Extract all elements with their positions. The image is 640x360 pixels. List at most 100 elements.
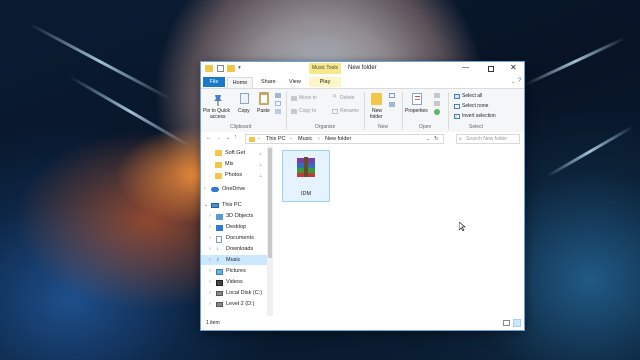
expand-chevron-icon[interactable]: › [209, 213, 211, 220]
collapse-chevron-icon[interactable]: ⌄ [204, 202, 208, 209]
back-button[interactable]: ← [206, 135, 212, 142]
properties-button[interactable]: Properties [405, 108, 428, 115]
nav-videos[interactable]: Videos [226, 279, 243, 286]
scrollbar-thumb[interactable] [268, 148, 272, 258]
clipboard-group-label: Clipboard [230, 124, 252, 130]
file-list-pane[interactable]: IDM [273, 146, 524, 316]
invert-selection-icon [454, 114, 460, 119]
address-bar[interactable]: › This PC › Music › New folder ⌄ ↻ [245, 134, 444, 144]
refresh-icon[interactable]: ↻ [434, 136, 439, 143]
select-group-label: Select [469, 124, 483, 130]
drive-icon [216, 302, 223, 307]
open-icon[interactable] [434, 93, 440, 98]
file-explorer-window: ▾ Music Tools New folder — ✕ File Home S… [200, 61, 525, 331]
new-folder-label: folder [370, 114, 383, 120]
expand-chevron-icon[interactable]: › [209, 224, 211, 231]
tab-play[interactable]: Play [309, 77, 341, 87]
breadcrumb-separator-icon[interactable]: › [318, 136, 320, 143]
expand-chevron-icon[interactable]: › [209, 301, 211, 308]
up-button[interactable]: ↑ [234, 134, 237, 141]
music-icon: ♪ [216, 256, 220, 263]
nav-documents[interactable]: Documents [226, 235, 254, 242]
select-none-button[interactable]: Select none [462, 103, 488, 110]
documents-icon [216, 236, 222, 243]
nav-onedrive[interactable]: OneDrive [222, 186, 245, 193]
tab-view[interactable]: View [289, 79, 301, 86]
nav-local-disk-c[interactable]: Local Disk (C:) [226, 290, 262, 297]
quick-access-mix[interactable]: Mix [225, 161, 234, 168]
close-button[interactable]: ✕ [510, 64, 517, 72]
properties-quick-icon[interactable] [217, 65, 224, 72]
nav-this-pc[interactable]: This PC [222, 202, 242, 209]
tab-file[interactable]: File [203, 77, 225, 87]
recent-locations-button[interactable]: ⌄ [226, 135, 230, 142]
breadcrumb-music[interactable]: Music [298, 136, 312, 143]
copy-button[interactable]: Copy [238, 108, 250, 115]
navigation-pane: Soft Get ⊥ Mix ⊥ Photos ⊥ › OneDrive ⌄ T… [201, 146, 267, 316]
folder-icon [215, 162, 222, 168]
open-group-label: Open [419, 124, 432, 130]
copy-icon [240, 93, 249, 104]
select-all-icon [454, 94, 460, 99]
expand-chevron-icon[interactable]: › [204, 186, 206, 193]
edit-icon[interactable] [434, 101, 440, 106]
pin-icon [213, 93, 223, 106]
breadcrumb-separator-icon[interactable]: › [290, 136, 292, 143]
breadcrumb-new-folder[interactable]: New folder [325, 136, 351, 143]
nav-level-2-d[interactable]: Level 2 (D:) [226, 301, 254, 308]
cut-icon[interactable] [275, 93, 281, 98]
light-streak [524, 36, 626, 87]
easy-access-icon[interactable] [389, 102, 395, 107]
history-icon[interactable] [434, 109, 440, 115]
ribbon-tabs: File Home Share View Play ⌄ ? [201, 76, 524, 88]
item-count: 1 item [206, 320, 220, 326]
folder-icon [215, 173, 222, 179]
quick-access-soft-get[interactable]: Soft Get [225, 150, 245, 157]
minimize-button[interactable]: — [462, 64, 469, 71]
nav-desktop[interactable]: Desktop [226, 224, 246, 231]
address-chevron-icon[interactable]: › [258, 136, 260, 143]
large-icons-view-button[interactable] [513, 319, 521, 327]
expand-chevron-icon[interactable]: › [209, 246, 211, 253]
copy-path-icon[interactable] [275, 101, 281, 106]
folder-icon [215, 150, 222, 156]
invert-selection-button[interactable]: Invert selection [462, 113, 496, 120]
customize-quick-access-icon[interactable]: ▾ [238, 65, 241, 72]
expand-chevron-icon[interactable]: › [209, 290, 211, 297]
new-folder-quick-icon[interactable] [227, 65, 235, 72]
help-icon[interactable]: ? [518, 78, 521, 85]
copy-to-button[interactable]: Copy to [299, 108, 316, 115]
delete-button[interactable]: Delete [340, 95, 354, 102]
maximize-button[interactable] [488, 66, 494, 72]
expand-chevron-icon[interactable]: › [209, 268, 211, 275]
forward-button[interactable]: → [216, 135, 222, 142]
move-to-button[interactable]: Move to [299, 95, 317, 102]
rename-icon [332, 109, 338, 114]
paste-button[interactable]: Paste [257, 108, 270, 115]
expand-ribbon-icon[interactable]: ⌄ [511, 79, 516, 86]
pin-icon: ⊥ [259, 162, 263, 167]
tab-home[interactable]: Home [227, 77, 253, 88]
search-input[interactable]: Search New folder [466, 136, 507, 143]
search-box[interactable]: ⌕ Search New folder [456, 134, 520, 144]
breadcrumb-this-pc[interactable]: This PC [266, 136, 286, 143]
expand-chevron-icon[interactable]: › [209, 257, 211, 264]
nav-music[interactable]: Music [226, 257, 240, 264]
nav-3d-objects[interactable]: 3D Objects [226, 213, 253, 220]
nav-downloads[interactable]: Downloads [226, 246, 253, 253]
new-item-icon[interactable] [389, 93, 395, 98]
file-item-idm[interactable]: IDM [282, 150, 330, 202]
properties-icon [412, 93, 422, 105]
address-row: ← → ⌄ ↑ › This PC › Music › New folder ⌄… [201, 132, 524, 146]
expand-chevron-icon[interactable]: › [209, 279, 211, 286]
select-all-button[interactable]: Select all [462, 93, 482, 100]
quick-access-photos[interactable]: Photos [225, 172, 242, 179]
details-view-button[interactable] [503, 320, 510, 326]
tab-share[interactable]: Share [261, 79, 276, 86]
paste-shortcut-icon[interactable] [275, 109, 281, 114]
expand-chevron-icon[interactable]: › [209, 235, 211, 242]
rename-button[interactable]: Rename [340, 108, 359, 115]
address-dropdown-icon[interactable]: ⌄ [426, 136, 430, 143]
nav-pictures[interactable]: Pictures [226, 268, 246, 275]
select-none-icon [454, 104, 460, 109]
